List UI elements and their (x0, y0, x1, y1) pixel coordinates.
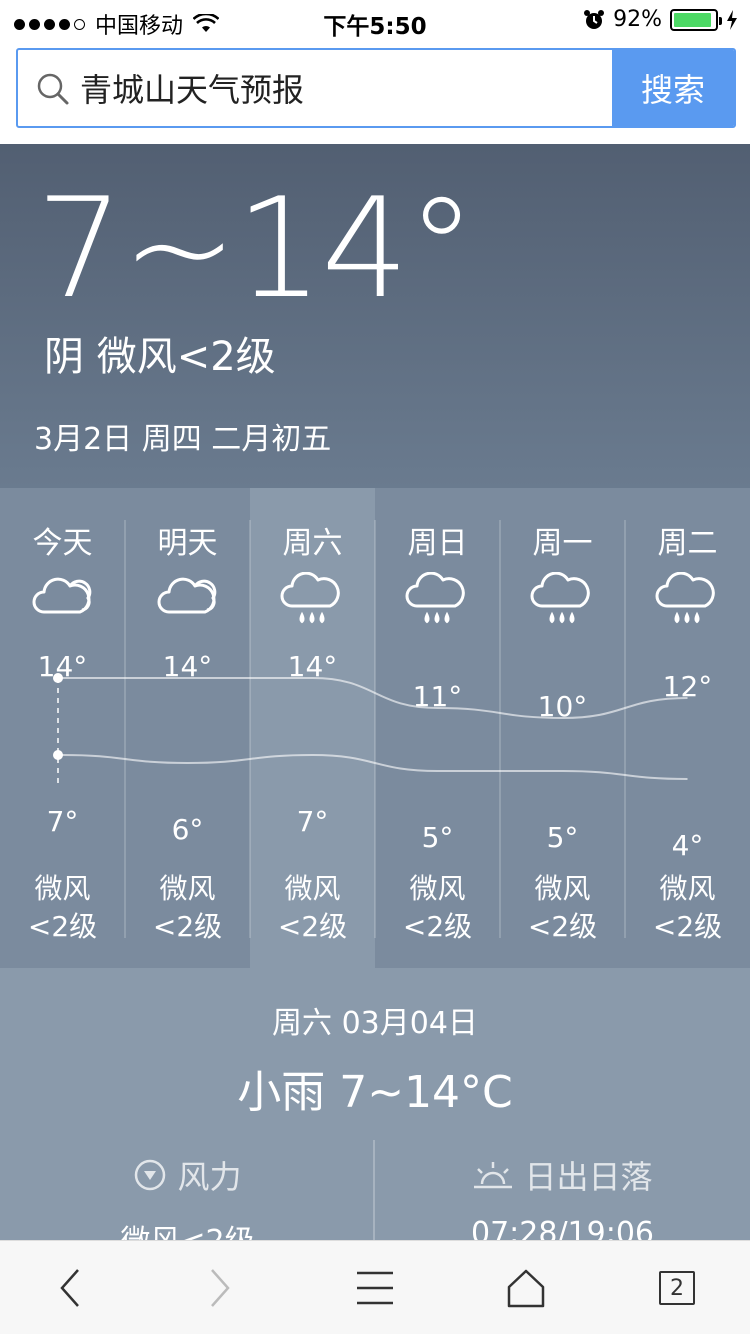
battery-fill (674, 12, 711, 27)
forward-icon (211, 1269, 230, 1307)
sunrise-icon (474, 1162, 513, 1189)
status-bar: 中国移动 下午5:50 92% (0, 0, 750, 40)
current-weather: 7~14° 阴 微风<2级 3月2日 周四 二月初五 (0, 144, 750, 488)
detail-sun: 日出日落 07:28/19:06 (375, 1152, 750, 1246)
search-input[interactable] (80, 50, 610, 126)
search-button[interactable]: 搜索 (612, 50, 734, 126)
today-high-marker (53, 673, 63, 683)
search-icon (37, 73, 69, 105)
current-date: 3月2日 周四 二月初五 (34, 422, 332, 457)
tabs-button[interactable]: 2 (627, 1241, 727, 1334)
back-icon (60, 1269, 79, 1307)
wind-direction-icon (135, 1159, 166, 1191)
browser-toolbar: 2 (0, 1240, 750, 1334)
detail-wind: 风力 微风<2级 (0, 1152, 375, 1246)
home-icon (507, 1269, 545, 1308)
forecast-panel: 今天 14° 7° 微风 <2级 明天 14° 6° 微风 <2级 周六 14° 7° 微风 <2级 周日 11… (0, 488, 750, 968)
menu-icon (357, 1271, 393, 1305)
back-button[interactable] (20, 1241, 120, 1334)
day-detail: 周六 03月04日 小雨 7~14°C 风力 微风<2级 日出日落 07:28/… (0, 968, 750, 1246)
forward-button[interactable] (170, 1241, 270, 1334)
detail-date: 周六 03月04日 (272, 1006, 478, 1041)
wind-title: 风力 (177, 1158, 242, 1196)
battery-percent: 92% (613, 7, 662, 32)
home-button[interactable] (476, 1241, 576, 1334)
menu-button[interactable] (325, 1241, 425, 1334)
sun-title: 日出日落 (524, 1158, 653, 1196)
tab-count: 2 (659, 1271, 695, 1305)
high-temp-line (62, 677, 688, 720)
today-low-marker (53, 750, 63, 760)
charging-icon (727, 9, 737, 30)
status-right: 92% (583, 7, 738, 32)
battery-icon (670, 8, 722, 31)
low-temp-line (62, 753, 688, 780)
alarm-icon (584, 9, 605, 29)
detail-condition: 小雨 7~14°C (237, 1067, 513, 1118)
search-bar: 搜索 (0, 40, 750, 144)
current-temp-range: 7~14° (36, 168, 476, 329)
current-condition: 阴 微风<2级 (44, 334, 276, 380)
temperature-chart (53, 673, 688, 785)
search-box: 搜索 (16, 48, 736, 128)
